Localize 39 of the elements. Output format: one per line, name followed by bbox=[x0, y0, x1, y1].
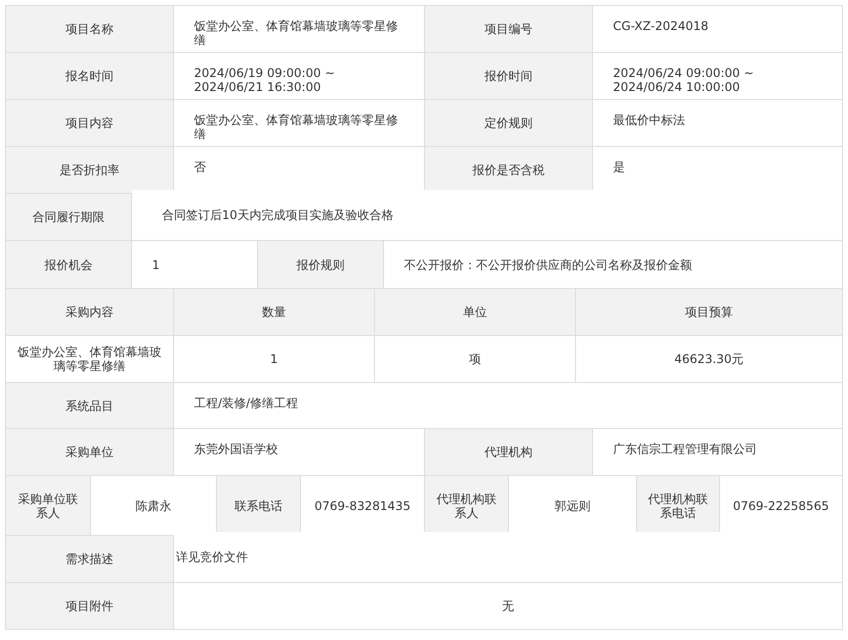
field-label: 报价规则 bbox=[258, 241, 384, 289]
field-label: 采购单位 bbox=[6, 429, 174, 476]
column-header: 项目预算 bbox=[576, 289, 843, 336]
field-value: 工程/装修/修缮工程 bbox=[174, 383, 843, 429]
field-label: 项目编号 bbox=[425, 6, 593, 53]
field-value: 最低价中标法 bbox=[593, 100, 843, 147]
field-label: 是否折扣率 bbox=[6, 147, 174, 194]
field-label: 合同履行期限 bbox=[6, 194, 132, 241]
field-value: 合同签订后10天内完成项目实施及验收合格 bbox=[132, 190, 843, 241]
field-value: 陈肃永 bbox=[91, 476, 217, 536]
column-header: 单位 bbox=[375, 289, 576, 336]
field-value: 1 bbox=[132, 241, 258, 289]
field-label: 报价机会 bbox=[6, 241, 132, 289]
field-value: 无 bbox=[174, 583, 843, 630]
field-label: 代理机构 bbox=[425, 429, 593, 476]
field-value: 不公开报价：不公开报价供应商的公司名称及报价金额 bbox=[384, 241, 843, 289]
column-header: 数量 bbox=[174, 289, 375, 336]
field-label: 项目附件 bbox=[6, 583, 174, 630]
field-value: 2024/06/19 09:00:00 ~ 2024/06/21 16:30:00 bbox=[174, 53, 425, 100]
field-value: 饭堂办公室、体育馆幕墙玻璃等零星修缮 bbox=[174, 6, 425, 53]
field-value: 广东信宗工程管理有限公司 bbox=[593, 429, 843, 476]
table-cell: 1 bbox=[174, 336, 375, 383]
table-cell: 项 bbox=[375, 336, 576, 383]
table-cell: 饭堂办公室、体育馆幕墙玻璃等零星修缮 bbox=[6, 336, 174, 383]
field-label: 定价规则 bbox=[425, 100, 593, 147]
field-value: 详见竞价文件 bbox=[174, 532, 843, 583]
field-value: 东莞外国语学校 bbox=[174, 429, 425, 476]
field-label: 系统品目 bbox=[6, 383, 174, 429]
field-value: 饭堂办公室、体育馆幕墙玻璃等零星修缮 bbox=[174, 100, 425, 147]
column-header: 采购内容 bbox=[6, 289, 174, 336]
field-value: CG-XZ-2024018 bbox=[593, 6, 843, 53]
field-label: 项目内容 bbox=[6, 100, 174, 147]
field-label: 需求描述 bbox=[6, 536, 174, 583]
field-value: 2024/06/24 09:00:00 ~ 2024/06/24 10:00:00 bbox=[593, 53, 843, 100]
field-label: 采购单位联系人 bbox=[6, 476, 91, 536]
field-label: 报名时间 bbox=[6, 53, 174, 100]
table-cell: 46623.30元 bbox=[576, 336, 843, 383]
field-label: 项目名称 bbox=[6, 6, 174, 53]
field-label: 报价时间 bbox=[425, 53, 593, 100]
